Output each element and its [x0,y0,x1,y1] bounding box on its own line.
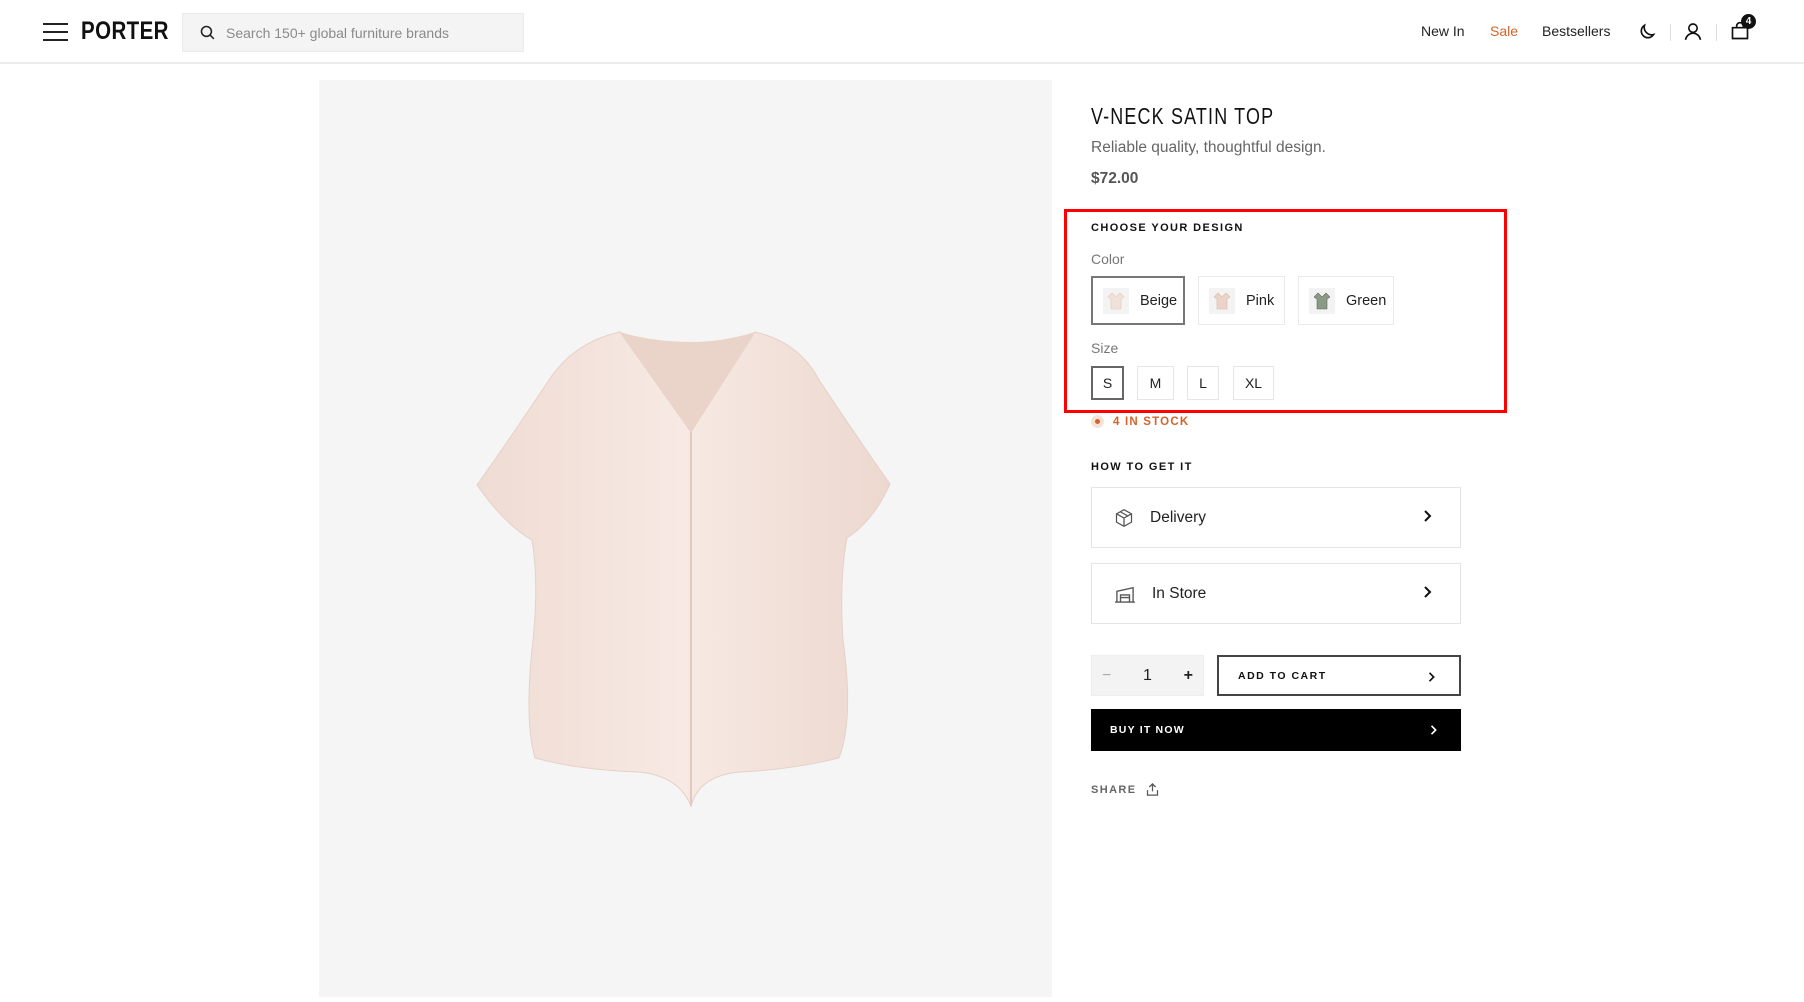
quantity-value[interactable]: 1 [1143,667,1152,685]
buy-it-now-button[interactable]: BUY IT NOW [1091,709,1461,751]
logo[interactable]: PORTER [81,17,169,46]
moon-icon[interactable] [1637,22,1657,42]
search-bar[interactable] [182,13,524,52]
color-option-label: Green [1346,292,1387,309]
menu-icon[interactable] [43,23,68,41]
chevron-right-icon [1430,725,1437,735]
buy-it-now-label: BUY IT NOW [1110,724,1185,736]
delivery-option[interactable]: Delivery [1091,487,1461,548]
size-option-s[interactable]: S [1091,366,1124,400]
chevron-right-icon [1424,586,1432,598]
store-icon [1115,586,1135,603]
nav-bestsellers[interactable]: Bestsellers [1542,23,1610,39]
size-option-xl[interactable]: XL [1233,366,1274,400]
top-header: PORTER New In Sale Bestsellers 4 [0,0,1804,64]
product-subtitle: Reliable quality, thoughtful design. [1091,139,1326,156]
add-to-cart-label: ADD TO CART [1238,669,1327,682]
add-to-cart-button[interactable]: ADD TO CART [1217,655,1461,696]
color-option-pink[interactable]: Pink [1198,276,1285,325]
color-label: Color [1091,251,1125,267]
pink-thumbnail [1209,287,1235,314]
divider [1716,24,1717,41]
color-option-label: Beige [1140,292,1178,309]
share-button[interactable]: SHARE [1091,782,1160,797]
size-label: Size [1091,340,1119,356]
color-option-beige[interactable]: Beige [1091,276,1185,325]
search-icon [200,25,215,40]
size-option-l[interactable]: L [1187,366,1219,400]
product-price: $72.00 [1091,170,1139,187]
fulfillment-heading: HOW TO GET IT [1091,461,1193,473]
stock-text: 4 IN STOCK [1113,415,1190,428]
product-image [319,80,1052,997]
green-thumbnail [1309,287,1335,314]
decrease-quantity-button[interactable]: − [1102,667,1111,685]
satin-top-image [476,331,891,808]
delivery-label: Delivery [1150,508,1206,526]
stock-status: 4 IN STOCK [1091,415,1189,428]
color-option-label: Pink [1246,292,1275,309]
nav-new-in[interactable]: New In [1421,23,1465,39]
in-store-option[interactable]: In Store [1091,563,1461,624]
cart-count-badge: 4 [1741,14,1756,29]
box-icon [1115,508,1133,527]
chevron-right-icon [1424,510,1432,522]
search-input[interactable] [226,24,506,41]
quantity-stepper[interactable]: − 1 + [1091,655,1204,696]
user-icon[interactable] [1683,21,1703,42]
divider [1670,24,1671,41]
share-icon [1146,782,1158,796]
chevron-right-icon [1428,672,1435,682]
color-option-green[interactable]: Green [1298,276,1394,325]
share-label: SHARE [1091,783,1137,796]
beige-thumbnail [1103,287,1129,314]
stock-dot-icon [1091,415,1104,428]
nav-sale[interactable]: Sale [1490,23,1518,39]
increase-quantity-button[interactable]: + [1184,667,1193,685]
size-option-m[interactable]: M [1137,366,1174,400]
design-heading: CHOOSE YOUR DESIGN [1091,222,1244,234]
product-title: V-NECK SATIN TOP [1091,103,1275,129]
in-store-label: In Store [1152,584,1207,602]
